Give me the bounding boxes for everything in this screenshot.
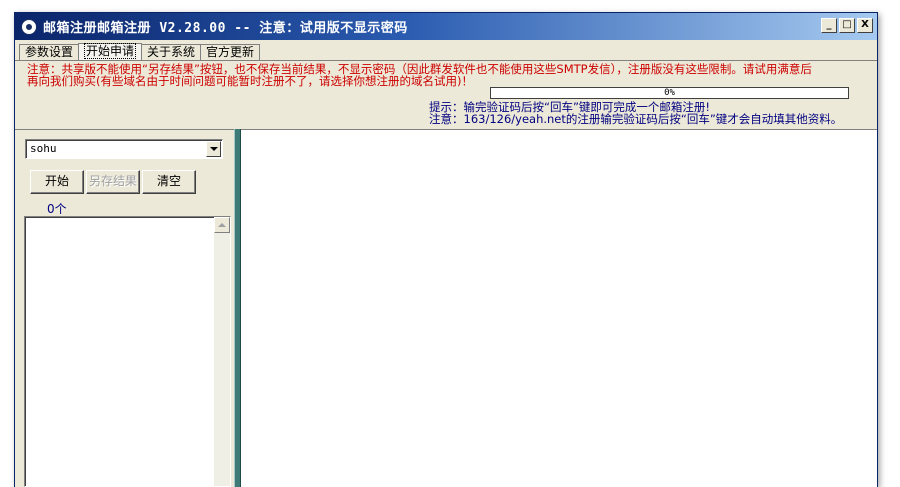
tab-official-update[interactable]: 官方更新: [200, 44, 261, 61]
window-controls: _ □ X: [821, 18, 873, 33]
tab-start-apply[interactable]: 开始申请: [78, 43, 143, 61]
minimize-button[interactable]: _: [821, 18, 837, 33]
panel-splitter[interactable]: [234, 129, 241, 487]
trial-warning-line-2: 再向我们购买(有些域名由于时间问题可能暂时注册不了，请选择你想注册的域名试用)！: [27, 74, 473, 88]
chevron-down-icon[interactable]: [206, 141, 221, 157]
browser-pane[interactable]: [241, 129, 877, 487]
progress-bar: 0%: [490, 87, 849, 99]
scroll-up-icon[interactable]: [214, 217, 230, 233]
tab-settings[interactable]: 参数设置: [19, 44, 80, 61]
tab-about[interactable]: 关于系统: [141, 44, 202, 61]
provider-select[interactable]: sohu: [25, 139, 223, 159]
results-scrollbar[interactable]: [214, 217, 230, 486]
close-button[interactable]: X: [857, 18, 873, 33]
hint-line-2: 注意：163/126/yeah.net的注册输完验证码后按“回车”键才会自动填其…: [429, 112, 843, 126]
left-panel: sohu 开始 另存结果 清空 0个: [15, 129, 234, 487]
tab-bar: 参数设置 开始申请 关于系统 官方更新: [19, 43, 261, 61]
save-results-button[interactable]: 另存结果: [86, 170, 140, 194]
clear-button[interactable]: 清空: [142, 170, 196, 194]
provider-select-value: sohu: [30, 142, 57, 155]
results-list[interactable]: [24, 216, 231, 487]
hints: 提示：输完验证码后按“回车”键即可完成一个邮箱注册! 注意：163/126/ye…: [429, 101, 842, 125]
start-button[interactable]: 开始: [30, 170, 84, 194]
progress-label: 0%: [664, 88, 675, 98]
maximize-button[interactable]: □: [839, 18, 855, 33]
app-icon[interactable]: [21, 18, 37, 35]
title-bar[interactable]: 邮箱注册邮箱注册 V2.28.00 -- 注意：试用版不显示密码 _ □ X: [15, 13, 877, 40]
main-window: 邮箱注册邮箱注册 V2.28.00 -- 注意：试用版不显示密码 _ □ X 参…: [14, 12, 878, 487]
trial-warning: 注意：共享版不能使用“另存结果”按钮，也不保存当前结果，不显示密码（因此群发软件…: [27, 63, 857, 87]
result-count: 0个: [47, 202, 67, 216]
tab-divider: [15, 60, 877, 61]
tab-start-apply-label: 开始申请: [84, 43, 137, 59]
window-title: 邮箱注册邮箱注册 V2.28.00 -- 注意：试用版不显示密码: [43, 21, 408, 36]
